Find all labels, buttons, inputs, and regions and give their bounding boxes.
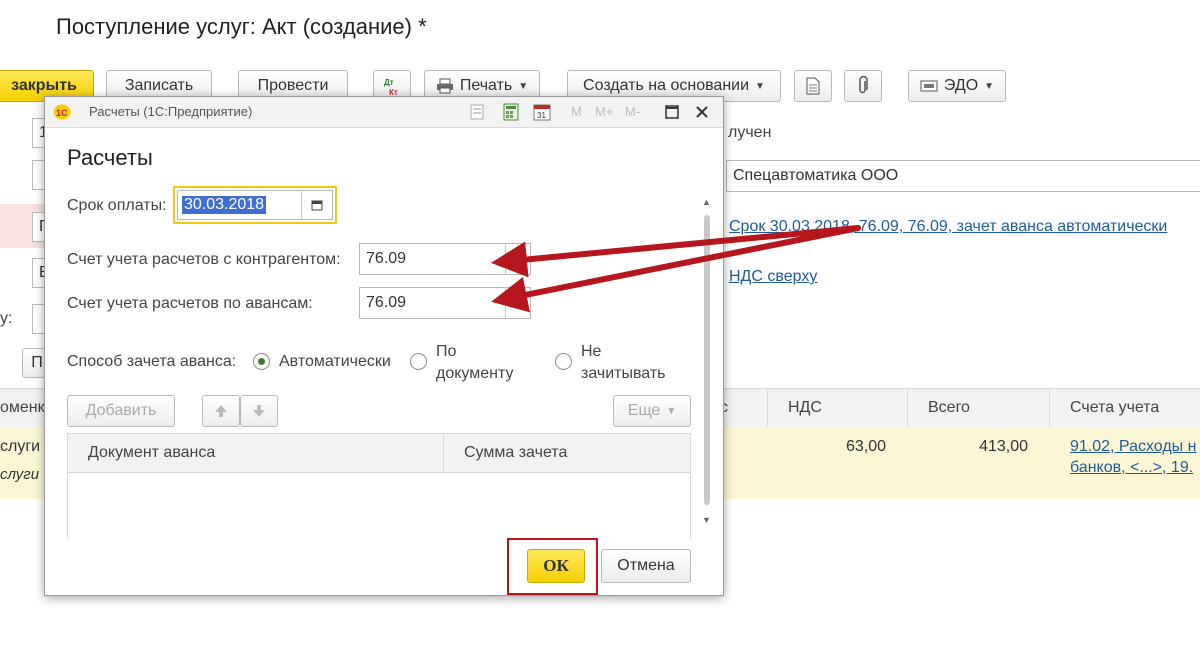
- calendar-picker-button[interactable]: [301, 191, 332, 219]
- due-date-input[interactable]: 30.03.2018: [177, 190, 333, 220]
- column-header[interactable]: Документ аванса: [68, 434, 444, 472]
- offset-auto-radio[interactable]: [253, 353, 270, 370]
- dt-kt-icon: ДтКт: [384, 78, 398, 97]
- scroll-up-arrow[interactable]: ▲: [702, 197, 711, 207]
- due-date-value: 30.03.2018: [182, 196, 267, 214]
- column-header[interactable]: НДС: [768, 389, 908, 427]
- dialog-app-title: Расчеты (1С:Предприятие): [89, 104, 253, 119]
- offset-by-document-label-1[interactable]: По: [436, 343, 456, 361]
- due-date-label: Срок оплаты:: [67, 197, 167, 214]
- edo-icon: [920, 80, 938, 92]
- scroll-down-arrow[interactable]: ▼: [702, 515, 711, 525]
- advances-account-dropdown[interactable]: ▼: [505, 288, 530, 318]
- chevron-down-icon: ▼: [755, 80, 765, 92]
- row-total: 413,00: [979, 438, 1028, 455]
- row-name: слуги: [0, 438, 41, 455]
- advances-table: Документ аванса Сумма зачета: [67, 433, 691, 539]
- dialog-heading: Расчеты: [67, 145, 153, 170]
- offset-none-label-2[interactable]: зачитывать: [581, 365, 666, 383]
- settlements-link[interactable]: Срок 30.03.2018, 76.09, 76.09, зачет ава…: [729, 218, 1167, 236]
- edo-label: ЭДО: [943, 77, 979, 94]
- ok-button[interactable]: ОК: [527, 549, 585, 583]
- calendar-icon[interactable]: 31: [533, 103, 551, 121]
- svg-text:1С: 1С: [56, 108, 68, 118]
- advances-table-header: Документ аванса Сумма зачета: [68, 434, 690, 473]
- column-header[interactable]: Счета учета: [1050, 389, 1200, 427]
- print-preview-icon[interactable]: [469, 104, 485, 120]
- advances-account-label: Счет учета расчетов по авансам:: [67, 295, 313, 312]
- advances-account-input[interactable]: 76.09 ▼: [359, 287, 531, 319]
- close-icon[interactable]: [695, 105, 709, 119]
- maximize-icon[interactable]: [665, 105, 679, 119]
- column-header[interactable]: Сумма зачета: [444, 434, 690, 472]
- chevron-down-icon: ▼: [666, 405, 677, 417]
- page-title: Поступление услуг: Акт (создание) *: [56, 14, 427, 39]
- scroll-thumb[interactable]: [704, 215, 710, 505]
- received-label: лучен: [728, 124, 772, 141]
- offset-method-label: Способ зачета аванса:: [67, 353, 237, 370]
- paperclip-icon: [859, 76, 868, 94]
- more-button[interactable]: Еще ▼: [613, 395, 691, 427]
- offset-none-radio[interactable]: [555, 353, 572, 370]
- chevron-down-icon: ▼: [518, 80, 529, 92]
- dialog-titlebar: 1С Расчеты (1С:Предприятие) 31 M M+ M-: [45, 97, 723, 128]
- svg-text:31: 31: [537, 111, 546, 120]
- counterparty-account-value: 76.09: [366, 250, 407, 267]
- document-icon: [806, 77, 820, 95]
- counterparty-account-input[interactable]: 76.09 ▼: [359, 243, 531, 275]
- column-header[interactable]: Всего: [908, 389, 1050, 427]
- arrow-down-icon: [253, 405, 265, 417]
- counterparty-account-dropdown[interactable]: ▼: [505, 244, 530, 274]
- vat-link[interactable]: НДС сверху: [729, 268, 817, 286]
- row-name-sub: слуги: [0, 466, 40, 483]
- chevron-down-icon: ▼: [984, 80, 995, 92]
- calculator-icon[interactable]: [503, 103, 519, 121]
- counterparty-field[interactable]: Спецавтоматика ООО: [726, 160, 1200, 192]
- add-button[interactable]: Добавить: [67, 395, 175, 427]
- row-account-link-2[interactable]: банков, <...>, 19.: [1070, 459, 1193, 477]
- memory-plus-icon[interactable]: M+: [595, 104, 613, 119]
- counterparty-account-label: Счет учета расчетов с контрагентом:: [67, 251, 341, 268]
- attach-button[interactable]: [844, 70, 882, 102]
- 1c-logo-icon: 1С: [53, 104, 71, 120]
- arrow-up-icon: [215, 405, 227, 417]
- scrollbar[interactable]: ▲ ▼: [701, 197, 713, 527]
- move-down-button[interactable]: [240, 395, 278, 427]
- offset-none-label-1[interactable]: Не: [581, 343, 601, 361]
- cancel-button[interactable]: Отмена: [601, 549, 691, 583]
- svg-text:Дт: Дт: [384, 78, 394, 87]
- settlements-dialog: 1С Расчеты (1С:Предприятие) 31 M M+ M- Р…: [44, 96, 724, 596]
- report-button[interactable]: [794, 70, 832, 102]
- calendar-icon: [311, 200, 323, 211]
- print-label: Печать: [459, 77, 513, 94]
- offset-auto-label[interactable]: Автоматически: [279, 353, 391, 371]
- printer-icon: [436, 78, 453, 94]
- move-up-button[interactable]: [202, 395, 240, 427]
- edo-button[interactable]: ЭДО ▼: [908, 70, 1006, 102]
- row-vat: 63,00: [845, 438, 886, 455]
- advances-account-value: 76.09: [366, 294, 407, 311]
- offset-by-document-radio[interactable]: [410, 353, 427, 370]
- create-based-label: Создать на основании: [583, 77, 750, 94]
- row-account-link[interactable]: 91.02, Расходы н: [1070, 438, 1196, 456]
- memory-minus-icon[interactable]: M-: [625, 104, 640, 119]
- memory-icon[interactable]: M: [571, 104, 582, 119]
- more-label: Еще: [627, 402, 661, 419]
- offset-by-document-label-2[interactable]: документу: [436, 365, 513, 383]
- partial-label: у:: [0, 310, 13, 327]
